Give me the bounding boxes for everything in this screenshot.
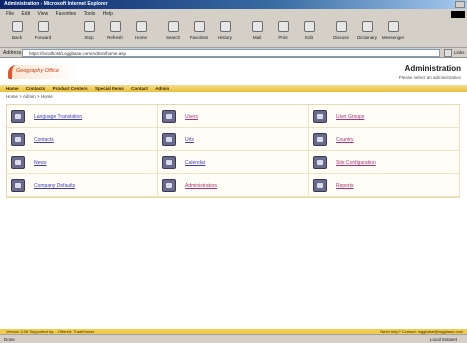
admin-item-company-defaults[interactable]: Company Defaults [7,174,158,197]
edit-button[interactable]: Edit [296,21,322,46]
reports-icon [313,179,327,192]
nav-contacts[interactable]: Contacts [26,86,45,91]
back-arrow-icon [11,21,23,32]
back-button[interactable]: Back [4,21,30,46]
admin-item-user-groups[interactable]: User Groups [309,105,460,128]
site-configuration-icon [313,156,327,169]
page-title: Administration [404,64,461,73]
dictionary-icon [361,21,373,32]
stop-icon [83,21,95,32]
site-navbar: Home Contacts Product Centers Special It… [0,85,467,92]
admin-item-reports[interactable]: Reports [309,174,460,197]
breadcrumb: Home > Admin > Home [6,94,53,99]
printer-icon [277,21,289,32]
translation-icon [11,110,25,123]
admin-item-contacts[interactable]: Contacts [7,128,158,151]
calendar-icon [162,156,176,169]
browser-statusbar: Done Local intranet [0,334,467,343]
window-title: Administration - Microsoft Internet Expl… [4,1,108,7]
forward-arrow-icon [37,21,49,32]
discuss-button[interactable]: Discuss [328,21,354,46]
logo-text: Geography Office [16,68,60,74]
nav-special-items[interactable]: Special Items [95,86,124,91]
menu-favorites[interactable]: Favorites [56,11,77,17]
stop-button[interactable]: Stop [76,21,102,46]
admin-item-users[interactable]: Users [158,105,309,128]
edit-icon [303,21,315,32]
urls-icon [162,133,176,146]
address-input[interactable]: https://localhost/Loggbase.com/Admin/hom… [22,49,440,57]
admin-item-language-translation[interactable]: Language Translation [7,105,158,128]
go-button[interactable] [444,49,452,57]
address-label: Address [3,50,22,56]
search-icon [167,21,179,32]
menu-view[interactable]: View [37,11,48,17]
print-button[interactable]: Print [270,21,296,46]
forward-button[interactable]: Forward [30,21,56,46]
close-button[interactable] [455,1,465,8]
nav-admin[interactable]: Admin [155,86,169,91]
user-groups-icon [313,110,327,123]
home-button[interactable]: Home [128,21,154,46]
refresh-button[interactable]: Refresh [102,21,128,46]
discuss-icon [335,21,347,32]
window-titlebar: Administration - Microsoft Internet Expl… [0,0,467,9]
address-bar: Address https://localhost/Loggbase.com/A… [0,48,467,58]
security-zone: Local intranet [429,337,457,342]
country-icon [313,133,327,146]
mail-icon [251,21,263,32]
page-header: Geography Office Administration Please s… [0,59,467,85]
company-defaults-icon [11,179,25,192]
admin-item-calendar[interactable]: Calendar [158,151,309,174]
admin-item-country[interactable]: Country [309,128,460,151]
menu-tools[interactable]: Tools [84,11,96,17]
menu-edit[interactable]: Edit [21,11,30,17]
site-logo[interactable]: Geography Office [8,65,78,79]
mail-button[interactable]: Mail [244,21,270,46]
nav-home[interactable]: Home [6,86,19,91]
home-icon [135,21,147,32]
users-icon [162,110,176,123]
admin-item-news[interactable]: News [7,151,158,174]
favorites-button[interactable]: Favorites [186,21,212,46]
dictionary-button[interactable]: Dictionary [354,21,380,46]
nav-product-centers[interactable]: Product Centers [53,86,88,91]
search-button[interactable]: Search [160,21,186,46]
admin-menu-grid: Language Translation Users User Groups C… [6,104,460,198]
admin-item-urls[interactable]: Urls [158,128,309,151]
menu-bar: File Edit View Favorites Tools Help [0,9,467,30]
star-icon [193,21,205,32]
browser-toolbar: Back Forward Stop Refresh Home Search Fa… [0,18,467,48]
history-icon [219,21,231,32]
links-button[interactable]: Links [454,50,465,55]
page-subtitle: Please select an administration [398,75,461,80]
refresh-icon [109,21,121,32]
status-done: Done [4,337,15,342]
menu-file[interactable]: File [6,11,14,17]
menu-help[interactable]: Help [103,11,113,17]
messenger-button[interactable]: Messenger [380,21,406,46]
administrators-icon [162,179,176,192]
news-icon [11,156,25,169]
contacts-icon [11,133,25,146]
nav-contact[interactable]: Contact [131,86,148,91]
admin-item-administrators[interactable]: Administrators [158,174,309,197]
history-button[interactable]: History [212,21,238,46]
messenger-icon [387,21,399,32]
admin-item-site-configuration[interactable]: Site Configuration [309,151,460,174]
